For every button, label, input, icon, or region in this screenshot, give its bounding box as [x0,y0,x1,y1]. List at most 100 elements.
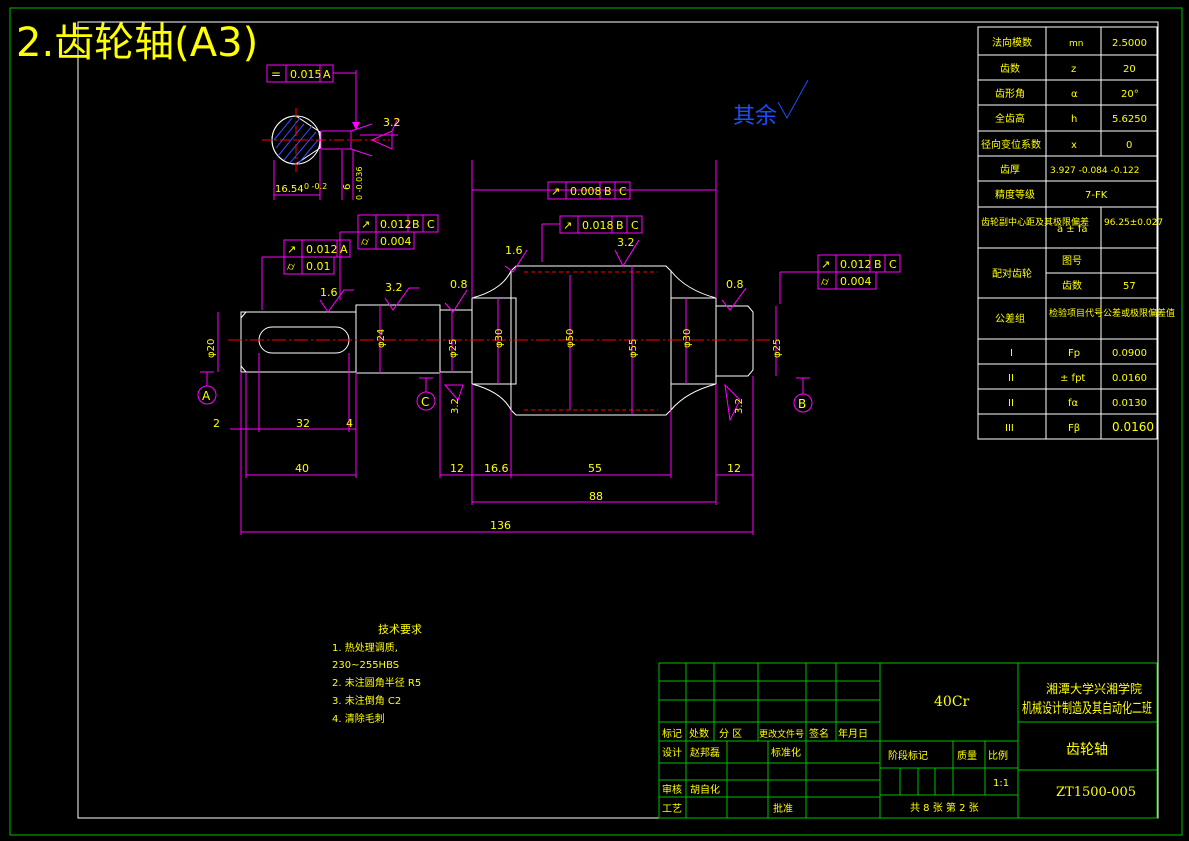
gdt-4-val: 0.004 [380,235,412,248]
tech-req-1: 1. 热处理调质, [332,641,398,654]
gdt-8-sym: ⌭ [821,275,829,288]
pt-r13-c1: fα [1068,398,1079,409]
tb-reviewer: 胡自化 [690,783,720,796]
pt-r10-c0: 公差组 [995,312,1025,325]
pt-r1-c0: 齿数 [1000,62,1020,75]
roughness-note: 其余 [733,104,777,129]
tb-doc: 更改文件号 [759,728,804,740]
section-roughness: 3.2 [383,116,401,129]
shaft-section-view [262,70,399,200]
scale: 1:1 [993,778,1009,789]
gdt-2-ref1: B [616,219,624,232]
dia-left-journal: φ20 [206,339,217,358]
major-name: 机械设计制造及其自动化二班 [1022,701,1152,717]
part-name: 齿轮轴 [1066,742,1108,758]
pt-r14-c0: III [1005,423,1014,434]
roughness-4: 1.6 [505,244,523,257]
dim-16-6: 16.6 [484,462,509,475]
pt-r0-c2: 2.5000 [1112,38,1147,49]
gdt-3-val: 0.012 [380,218,412,231]
pt-r13-c0: II [1008,398,1014,409]
pt-r4-c2: 0 [1126,140,1132,151]
dia-55: φ55 [628,339,639,358]
tb-mark: 标记 [662,728,682,740]
gdt-2-sym: ↗ [563,219,572,232]
gdt-1-sym: ↗ [551,185,560,198]
dim-12-left: 12 [450,462,464,475]
dia-24: φ24 [376,329,387,348]
dim-136: 136 [490,519,511,532]
section-dim-width: 16.54 [275,184,304,195]
datum-b: B [798,397,806,411]
dim-2: 2 [213,417,220,430]
gear-parameter-table-text: 法向模数 mn 2.5000 齿数 z 20 齿形角 α 20° 全齿高 h 5… [981,36,1175,434]
gdt-5-val: 0.012 [306,243,338,256]
pt-r14-c1: Fβ [1068,423,1080,434]
gdt-7-ref1: B [874,258,882,271]
gdt-1-ref1: B [604,185,612,198]
section-tol-ref: A [323,68,331,81]
gdt-7-sym: ↗ [821,258,830,271]
gdt-5-ref1: A [340,243,348,256]
outer-border [9,7,1183,836]
dia-25-right: φ25 [772,339,783,358]
gdt-3-ref1: B [412,218,420,231]
pt-r5-c1: 3.927 -0.084 -0.122 [1050,166,1140,176]
tb-sign: 签名 [809,727,829,740]
roughness-8: 3.2 [734,398,745,414]
pt-r6-c1: 7-FK [1085,190,1108,201]
pt-r6-c0: 精度等级 [995,188,1035,201]
pt-r4-c0: 径向变位系数 [981,138,1041,151]
dia-30-left: φ30 [494,329,505,348]
tech-req-4: 4. 清除毛刺 [332,712,385,725]
sheet-count: 共 8 张 第 2 张 [910,801,979,814]
pt-r11-c1: Fp [1068,348,1080,359]
pt-r3-c1: h [1071,114,1077,125]
pt-r12-c2: 0.0160 [1112,373,1147,384]
tb-count: 处数 [689,727,709,740]
gdt-7-val: 0.012 [840,258,872,271]
pt-r12-c1: ± fpt [1060,373,1085,384]
datum-markers [197,371,813,413]
tb-designer: 赵邦磊 [690,746,720,759]
pt-r8-c0: 配对齿轮 [992,267,1032,280]
pt-r5-c0: 齿厚 [1000,164,1020,176]
dim-40: 40 [295,462,309,475]
pt-r10-c1: 检验项目代号 [1049,307,1103,319]
section-tol-value: 0.015 [290,68,322,81]
roughness-2: 3.2 [385,281,403,294]
pt-r14-c2: 0.0160 [1112,420,1154,434]
gdt-1-ref2: C [619,185,627,198]
tb-date: 年月日 [838,727,868,740]
gdt-2-ref2: C [631,219,639,232]
gdt-7-ref2: C [889,258,897,271]
gdt-4-sym: ⌭ [361,235,369,248]
gdt-3-ref2: C [427,218,435,231]
pt-r11-c2: 0.0900 [1112,348,1147,359]
roughness-3: 0.8 [450,278,468,291]
pt-r9-c1: 齿数 [1062,279,1082,292]
pt-r3-c2: 5.6250 [1112,114,1147,125]
page-title: 2.齿轮轴(A3) [16,20,258,66]
pt-r11-c0: I [1010,348,1013,359]
pt-r1-c2: 20 [1123,64,1136,75]
pt-r10-c2: 公差或极限偏差值 [1103,307,1175,319]
pt-r7-c1: a ± fa [1057,224,1088,235]
pt-r0-c1: mn [1069,39,1083,49]
tb-ratio: 比例 [988,749,1008,762]
dia-30-right: φ30 [682,329,693,348]
roughness-5: 3.2 [617,236,635,249]
school-name: 湘潭大学兴湘学院 [1046,681,1142,696]
tech-req-title: 技术要求 [378,623,422,636]
pt-r2-c1: α [1071,89,1078,100]
datum-c: C [421,395,429,409]
dim-55: 55 [588,462,602,475]
pt-r2-c2: 20° [1121,89,1139,100]
tech-req-1b: 230~255HBS [332,660,399,671]
dim-88: 88 [589,490,603,503]
section-dim-key-tol: 0 -0.036 [355,167,364,200]
gdt-1-val: 0.008 [570,185,602,198]
tb-approve: 批准 [773,802,793,815]
pt-r9-c2: 57 [1123,281,1136,292]
pt-r8-c1: 图号 [1062,255,1082,267]
